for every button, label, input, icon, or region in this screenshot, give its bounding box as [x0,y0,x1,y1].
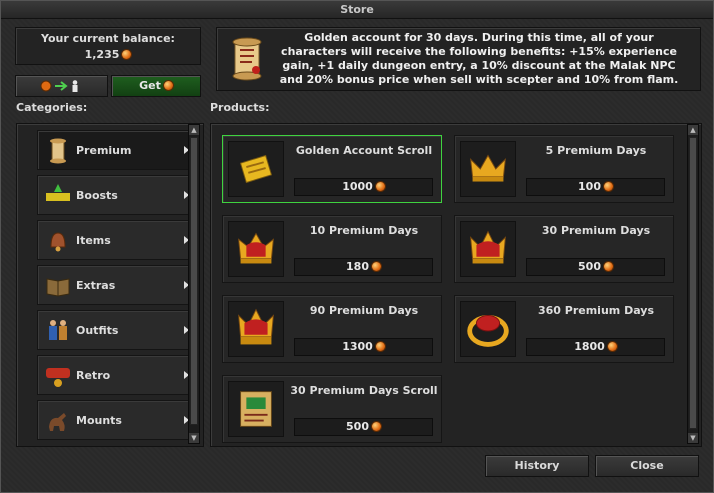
product-price: 500 [526,258,665,276]
ring-icon [467,315,509,347]
product-price: 180 [294,258,433,276]
price-value: 500 [578,260,601,273]
golden-scroll-icon [232,37,262,81]
bell-icon [50,232,66,252]
categories-scrollbar[interactable]: ▲ ▼ [188,124,200,444]
coin-icon [607,341,617,351]
products-heading: Products: [210,101,270,114]
transfer-coins-button[interactable] [15,75,108,97]
category-extras[interactable]: Extras [37,265,199,305]
balance-panel: Your current balance: 1,235 [15,27,201,65]
crown-icon [238,308,274,345]
product-90-premium-days[interactable]: 90 Premium Days 1300 [222,295,442,363]
price-value: 1800 [574,340,605,353]
product-image [460,141,516,197]
category-label: Extras [76,279,116,292]
scroll-up-icon[interactable]: ▲ [688,125,698,135]
product-price: 1000 [294,178,433,196]
price-value: 1000 [342,180,373,193]
transfer-icon [40,80,77,92]
product-30-premium-days-scroll[interactable]: 30 Premium Days Scroll 500 [222,375,442,443]
balance-amount-row: 1,235 [16,47,200,63]
price-value: 180 [346,260,369,273]
categories-heading: Categories: [16,101,88,114]
product-360-premium-days[interactable]: 360 Premium Days 1800 [454,295,674,363]
product-name: 10 Premium Days [309,224,419,237]
mount-icon [49,413,66,431]
scroll-up-icon[interactable]: ▲ [189,125,199,135]
product-price: 500 [294,418,433,436]
product-name: 90 Premium Days [309,304,419,317]
product-name: 5 Premium Days [545,144,647,157]
scrollbar-thumb[interactable] [190,137,198,425]
products-list: Golden Account Scroll 1000 5 Premium Day… [210,123,702,447]
scroll-icon [50,138,66,164]
product-price: 1800 [526,338,665,356]
product-image [460,301,516,357]
product-price: 100 [526,178,665,196]
category-retro[interactable]: Retro [37,355,199,395]
product-description-text: Golden account for 30 days. During this … [279,31,679,86]
close-button[interactable]: Close [595,455,699,477]
price-value: 500 [346,420,369,433]
product-name: 30 Premium Days [541,224,651,237]
category-label: Items [76,234,111,247]
crown-icon [470,154,506,182]
price-value: 100 [578,180,601,193]
category-mounts[interactable]: Mounts [37,400,199,440]
boosts-icon [46,184,70,201]
scrollbar-thumb[interactable] [689,137,697,429]
categories-list: Premium Boosts Items Extras Outfits Retr… [16,123,204,447]
product-image [228,221,284,277]
balance-amount: 1,235 [84,48,120,61]
coin-icon [371,261,381,271]
category-items[interactable]: Items [37,220,199,260]
outfit-icon [49,320,67,340]
get-coins-button[interactable]: Get [111,75,201,97]
history-button[interactable]: History [485,455,589,477]
product-price: 1300 [294,338,433,356]
product-image [460,221,516,277]
scroll-down-icon[interactable]: ▼ [688,433,698,443]
product-image [228,141,284,197]
products-scrollbar[interactable]: ▲ ▼ [687,124,699,444]
crown-icon [470,230,506,264]
crown-icon [238,232,274,264]
retro-icon [46,368,70,387]
coin-icon [375,341,385,351]
category-label: Retro [76,369,111,382]
category-label: Premium [76,144,132,157]
product-description-panel: Golden account for 30 days. During this … [216,27,701,91]
scroll-down-icon[interactable]: ▼ [189,433,199,443]
price-value: 1300 [342,340,373,353]
coin-icon [371,421,381,431]
product-5-premium-days[interactable]: 5 Premium Days 100 [454,135,674,203]
coin-icon [603,181,613,191]
golden-scroll-icon [239,154,273,184]
category-premium[interactable]: Premium [37,130,199,170]
store-window: Store Your current balance: 1,235 Get Go… [0,0,714,493]
category-label: Outfits [76,324,119,337]
book-icon [46,278,70,297]
window-title[interactable]: Store [1,1,713,19]
coin-icon [163,80,173,90]
product-name: 30 Premium Days Scroll [290,384,438,397]
map-scroll-icon [240,391,272,427]
coin-icon [603,261,613,271]
category-outfits[interactable]: Outfits [37,310,199,350]
category-label: Mounts [76,414,122,427]
product-10-premium-days[interactable]: 10 Premium Days 180 [222,215,442,283]
product-image [228,381,284,437]
coin-icon [375,181,385,191]
get-label: Get [139,79,161,92]
product-image [228,301,284,357]
product-golden-account-scroll[interactable]: Golden Account Scroll 1000 [222,135,442,203]
category-label: Boosts [76,189,118,202]
coin-icon [122,49,132,59]
balance-label: Your current balance: [41,32,175,45]
category-boosts[interactable]: Boosts [37,175,199,215]
product-name: Golden Account Scroll [295,144,433,157]
product-name: 360 Premium Days [537,304,655,317]
product-30-premium-days[interactable]: 30 Premium Days 500 [454,215,674,283]
